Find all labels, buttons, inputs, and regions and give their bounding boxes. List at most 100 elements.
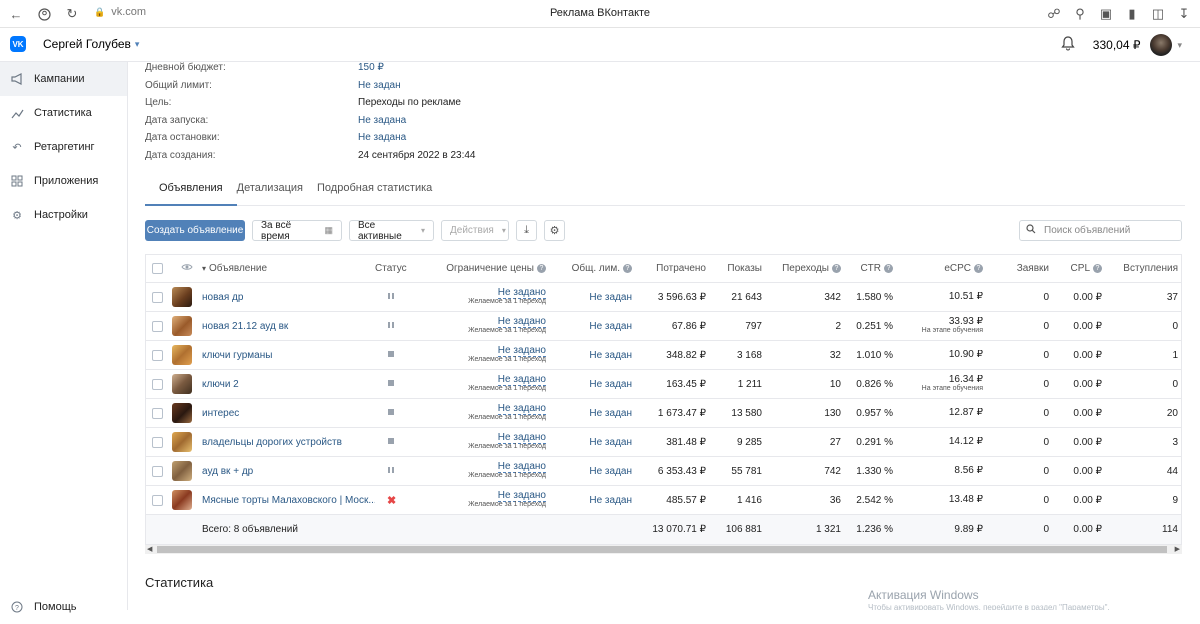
total-limit-link[interactable]: Не задан <box>589 378 632 390</box>
pause-icon[interactable] <box>375 292 420 303</box>
pause-icon[interactable] <box>375 321 420 332</box>
stop-icon[interactable] <box>375 350 420 361</box>
tab-details[interactable]: Детализация <box>237 180 317 206</box>
sidebar-item-statistics[interactable]: Статистика <box>0 96 127 130</box>
total-limit-value[interactable]: Не задан <box>358 80 401 98</box>
ad-name-link[interactable]: новая 21.12 ауд вк <box>202 321 375 332</box>
daily-budget-value[interactable]: 150 ₽ <box>358 62 384 80</box>
ad-name-link[interactable]: ключи гурманы <box>202 350 375 361</box>
scroll-right-icon[interactable]: ▶ <box>1175 545 1180 553</box>
status-filter-select[interactable]: Все активные ▾ <box>349 220 434 242</box>
col-leads[interactable]: Заявки <box>983 263 1049 274</box>
total-limit-link[interactable]: Не задан <box>589 320 632 332</box>
total-limit-link[interactable]: Не задан <box>589 349 632 361</box>
start-date-value[interactable]: Не задана <box>358 115 406 133</box>
sidebar-item-apps[interactable]: Приложения <box>0 164 127 198</box>
row-checkbox[interactable] <box>152 349 163 361</box>
col-total-limit[interactable]: Общ. лим.? <box>546 263 632 274</box>
avatar[interactable] <box>1150 34 1173 56</box>
address-bar[interactable]: 🔒 vk.com <box>94 6 146 18</box>
create-ad-button[interactable]: Создать объявление <box>145 220 245 241</box>
sidebar-item-help[interactable]: ? Помощь <box>0 590 77 624</box>
tab-ads[interactable]: Объявления <box>145 180 237 206</box>
col-cpl[interactable]: CPL? <box>1049 263 1102 274</box>
help-icon[interactable]: ? <box>623 263 632 273</box>
ad-thumbnail[interactable] <box>172 374 192 394</box>
ad-name-link[interactable]: ауд вк + др <box>202 466 375 477</box>
sidebar-item-campaigns[interactable]: Кампании <box>0 62 127 96</box>
stop-icon[interactable] <box>375 379 420 390</box>
help-icon[interactable]: ? <box>537 263 546 273</box>
sidebar-item-retargeting[interactable]: ↶ Ретаргетинг <box>0 130 127 164</box>
row-checkbox[interactable] <box>152 320 163 332</box>
ad-name-link[interactable]: ключи 2 <box>202 379 375 390</box>
sidebar-item-settings[interactable]: ⚙ Настройки <box>0 198 127 232</box>
col-clicks[interactable]: Переходы? <box>762 263 841 274</box>
ad-name-link[interactable]: интерес <box>202 408 375 419</box>
table-row[interactable]: новая 21.12 ауд вк Не задано Желаемое за 1… <box>146 312 1181 341</box>
rejected-icon[interactable]: ✖ <box>375 494 420 507</box>
chevron-down-icon[interactable]: ▾ <box>1177 40 1182 51</box>
col-spent[interactable]: Потрачено <box>632 263 706 274</box>
total-limit-link[interactable]: Не задан <box>589 436 632 448</box>
tab-detailed-stats[interactable]: Подробная статистика <box>317 180 446 206</box>
horizontal-scrollbar[interactable]: ◀ ▶ <box>145 545 1182 554</box>
row-checkbox[interactable] <box>152 436 163 448</box>
download-button[interactable]: ⤓ <box>516 220 537 241</box>
table-row[interactable]: интерес Не задано Желаемое за 1 переход Не … <box>146 399 1181 428</box>
help-icon[interactable]: ? <box>884 263 893 273</box>
tabs-icon[interactable]: ◫ <box>1150 6 1166 22</box>
scrollbar-thumb[interactable] <box>157 546 1167 553</box>
table-row[interactable]: ауд вк + др Не задано Желаемое за 1 перехо… <box>146 457 1181 486</box>
ad-name-link[interactable]: Мясные торты Малаховского | Моск... <box>202 495 375 506</box>
col-ctr[interactable]: CTR? <box>841 263 893 274</box>
col-price-limit[interactable]: Ограничение цены? <box>420 263 546 274</box>
search-input[interactable]: Поиск объявлений <box>1019 220 1182 241</box>
reload-icon[interactable]: ↻ <box>64 6 80 22</box>
eye-icon[interactable] <box>172 263 202 274</box>
pause-icon[interactable] <box>375 466 420 477</box>
row-checkbox[interactable] <box>152 494 163 506</box>
link-icon[interactable]: ☍ <box>1046 6 1062 22</box>
col-ad[interactable]: ▾ Объявление <box>202 263 375 274</box>
ad-thumbnail[interactable] <box>172 345 192 365</box>
table-row[interactable]: ключи 2 Не задано Желаемое за 1 переход Не … <box>146 370 1181 399</box>
ad-thumbnail[interactable] <box>172 432 192 452</box>
stop-icon[interactable] <box>375 437 420 448</box>
col-joins[interactable]: Вступления <box>1102 263 1183 274</box>
actions-select[interactable]: Действия ▾ <box>441 220 509 241</box>
ad-thumbnail[interactable] <box>172 287 192 307</box>
vk-logo[interactable]: VK <box>10 36 26 52</box>
stop-date-value[interactable]: Не задана <box>358 132 406 150</box>
help-icon[interactable]: ? <box>974 263 983 273</box>
ad-thumbnail[interactable] <box>172 316 192 336</box>
table-row[interactable]: владельцы дорогих устройств Не задано Жела… <box>146 428 1181 457</box>
ad-thumbnail[interactable] <box>172 461 192 481</box>
balance[interactable]: 330,04 ₽ <box>1093 38 1141 52</box>
row-checkbox[interactable] <box>152 407 163 419</box>
help-icon[interactable]: ? <box>832 263 841 273</box>
table-row[interactable]: новая др Не задано Желаемое за 1 переход Не… <box>146 283 1181 312</box>
zoom-icon[interactable]: ⚲ <box>1072 6 1088 22</box>
total-limit-link[interactable]: Не задан <box>589 494 632 506</box>
period-select[interactable]: За всё время ▦ <box>252 220 342 242</box>
scroll-left-icon[interactable]: ◀ <box>147 545 152 553</box>
table-row[interactable]: ключи гурманы Не задано Желаемое за 1 пере… <box>146 341 1181 370</box>
bookmark-icon[interactable]: ▮ <box>1124 6 1140 22</box>
total-limit-link[interactable]: Не задан <box>589 465 632 477</box>
stop-icon[interactable] <box>375 408 420 419</box>
profile-icon[interactable] <box>36 6 52 22</box>
bell-icon[interactable] <box>1061 36 1075 54</box>
download-icon[interactable]: ↧ <box>1176 6 1192 22</box>
settings-button[interactable]: ⚙ <box>544 220 565 241</box>
row-checkbox[interactable] <box>152 378 163 390</box>
table-row[interactable]: Мясные торты Малаховского | Моск... ✖ Не з… <box>146 486 1181 515</box>
select-all-checkbox[interactable] <box>152 263 163 274</box>
ad-thumbnail[interactable] <box>172 403 192 423</box>
ad-name-link[interactable]: владельцы дорогих устройств <box>202 437 375 448</box>
row-checkbox[interactable] <box>152 291 163 303</box>
total-limit-link[interactable]: Не задан <box>589 291 632 303</box>
col-ecpc[interactable]: eCPC? <box>893 263 983 274</box>
help-icon[interactable]: ? <box>1093 263 1102 273</box>
col-impressions[interactable]: Показы <box>706 263 762 274</box>
